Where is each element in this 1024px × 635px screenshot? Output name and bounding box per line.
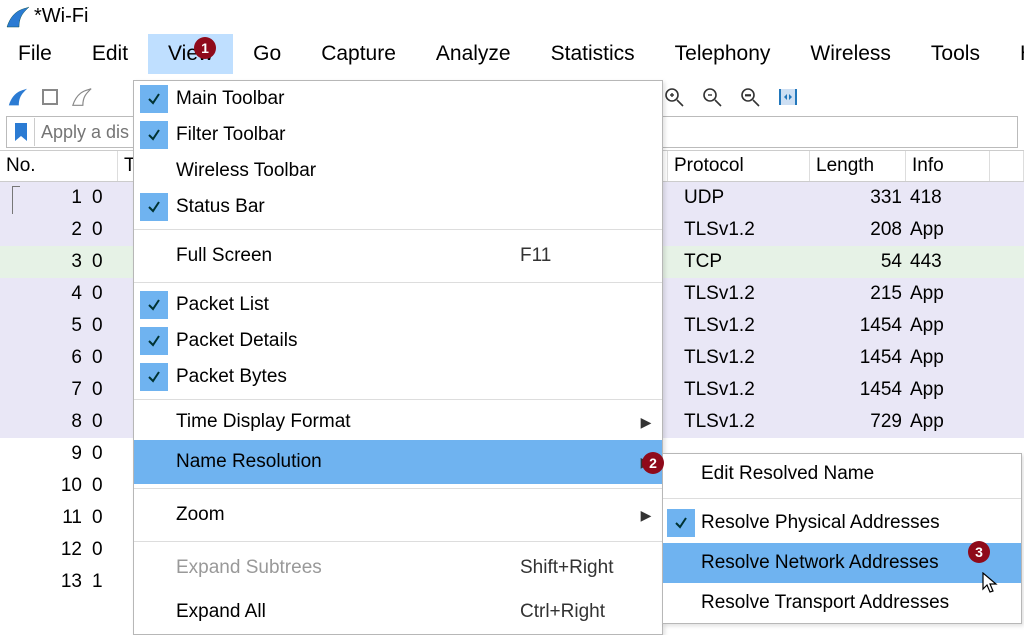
tree-mark-icon xyxy=(12,186,20,214)
callout-badge-2: 2 xyxy=(642,452,664,474)
view-menu-zoom[interactable]: Zoom ▶ xyxy=(134,493,662,537)
menu-item-label: Expand All xyxy=(174,601,520,623)
menu-item-label: Filter Toolbar xyxy=(174,124,520,146)
blank-check-icon xyxy=(140,448,168,476)
window-titlebar: *Wi-Fi xyxy=(0,0,1024,30)
view-menu-time-display-format[interactable]: Time Display Format ▶ xyxy=(134,404,662,440)
blank-check-icon xyxy=(667,460,695,488)
menu-item-label: Name Resolution xyxy=(174,451,520,473)
view-menu-main-toolbar[interactable]: Main Toolbar xyxy=(134,81,662,117)
checkmark-icon xyxy=(140,291,168,319)
menu-item-label: Wireless Toolbar xyxy=(174,160,520,182)
menu-tools[interactable]: Tools xyxy=(911,34,1000,74)
blank-check-icon xyxy=(140,554,168,582)
menu-item-label: Packet Details xyxy=(174,330,520,352)
nr-resolve-physical-addresses[interactable]: Resolve Physical Addresses xyxy=(663,503,1021,543)
window-title: *Wi-Fi xyxy=(34,5,88,28)
blank-check-icon xyxy=(140,598,168,626)
checkmark-icon xyxy=(140,121,168,149)
menu-item-shortcut: Ctrl+Right xyxy=(520,601,640,623)
stop-capture-icon[interactable] xyxy=(38,85,62,109)
blank-check-icon xyxy=(667,549,695,577)
menu-capture[interactable]: Capture xyxy=(301,34,416,74)
column-info[interactable]: Info xyxy=(906,151,990,181)
blank-check-icon xyxy=(667,589,695,617)
menu-edit[interactable]: Edit xyxy=(72,34,148,74)
menu-item-label: Packet List xyxy=(174,294,520,316)
blank-check-icon xyxy=(140,242,168,270)
checkmark-icon xyxy=(140,85,168,113)
zoom-in-icon[interactable] xyxy=(662,85,686,109)
menu-item-label: Status Bar xyxy=(174,196,520,218)
view-menu-name-resolution[interactable]: Name Resolution▶ xyxy=(134,440,662,484)
restart-capture-icon[interactable] xyxy=(70,85,94,109)
menu-item-label: Time Display Format xyxy=(174,411,520,433)
menu-telephony[interactable]: Telephony xyxy=(655,34,791,74)
callout-badge-1: 1 xyxy=(194,37,216,59)
view-menu-wireless-toolbar[interactable]: Wireless Toolbar xyxy=(134,153,662,189)
zoom-out-icon[interactable] xyxy=(700,85,724,109)
checkmark-icon xyxy=(140,327,168,355)
nr-edit-resolved-name[interactable]: Edit Resolved Name xyxy=(663,454,1021,494)
mouse-cursor-icon xyxy=(982,572,1000,594)
menu-item-label: Main Toolbar xyxy=(174,88,520,110)
nr-resolve-transport-addresses[interactable]: Resolve Transport Addresses xyxy=(663,583,1021,623)
view-menu-expand-all[interactable]: Expand AllCtrl+Right xyxy=(134,590,662,634)
name-resolution-submenu: Edit Resolved Name Resolve Physical Addre… xyxy=(662,453,1022,624)
checkmark-icon xyxy=(140,193,168,221)
checkmark-icon xyxy=(140,363,168,391)
menu-item-label: Zoom xyxy=(174,504,520,526)
filter-bookmark-button[interactable] xyxy=(7,118,35,146)
shark-fin-small-icon[interactable] xyxy=(6,85,30,109)
callout-badge-3: 3 xyxy=(968,541,990,563)
checkmark-icon xyxy=(667,509,695,537)
wireshark-logo-icon xyxy=(6,6,30,28)
submenu-item-label: Resolve Transport Addresses xyxy=(701,592,1021,614)
view-menu-status-bar[interactable]: Status Bar xyxy=(134,189,662,225)
submenu-item-label: Edit Resolved Name xyxy=(701,463,1021,485)
view-menu-expand-subtrees: Expand SubtreesShift+Right xyxy=(134,546,662,590)
column-no[interactable]: No. xyxy=(0,151,118,181)
menu-item-label: Packet Bytes xyxy=(174,366,520,388)
menu-item-shortcut: Shift+Right xyxy=(520,557,640,579)
menu-bar: FileEditViewGoCaptureAnalyzeStatisticsTe… xyxy=(0,30,1024,80)
blank-check-icon xyxy=(140,408,168,436)
view-menu-dropdown: Main Toolbar Filter Toolbar Wireless Toolb… xyxy=(133,80,663,635)
menu-item-label: Full Screen xyxy=(174,245,520,267)
zoom-reset-icon[interactable] xyxy=(738,85,762,109)
submenu-arrow-icon: ▶ xyxy=(640,414,652,431)
menu-go[interactable]: Go xyxy=(233,34,301,74)
menu-help[interactable]: Help xyxy=(1000,34,1024,74)
resize-columns-icon[interactable] xyxy=(776,85,800,109)
blank-check-icon xyxy=(140,157,168,185)
view-menu-full-screen[interactable]: Full ScreenF11 xyxy=(134,234,662,278)
menu-item-shortcut: F11 xyxy=(520,245,640,267)
submenu-item-label: Resolve Physical Addresses xyxy=(701,512,1021,534)
menu-analyze[interactable]: Analyze xyxy=(416,34,531,74)
menu-wireless[interactable]: Wireless xyxy=(790,34,911,74)
view-menu-filter-toolbar[interactable]: Filter Toolbar xyxy=(134,117,662,153)
view-menu-packet-list[interactable]: Packet List xyxy=(134,287,662,323)
menu-item-label: Expand Subtrees xyxy=(174,557,520,579)
view-menu-packet-details[interactable]: Packet Details xyxy=(134,323,662,359)
menu-file[interactable]: File xyxy=(0,34,72,74)
blank-check-icon xyxy=(140,501,168,529)
submenu-arrow-icon: ▶ xyxy=(640,507,652,524)
menu-view[interactable]: View xyxy=(148,34,233,74)
column-length[interactable]: Length xyxy=(810,151,906,181)
menu-statistics[interactable]: Statistics xyxy=(531,34,655,74)
column-protocol[interactable]: Protocol xyxy=(668,151,810,181)
view-menu-packet-bytes[interactable]: Packet Bytes xyxy=(134,359,662,395)
